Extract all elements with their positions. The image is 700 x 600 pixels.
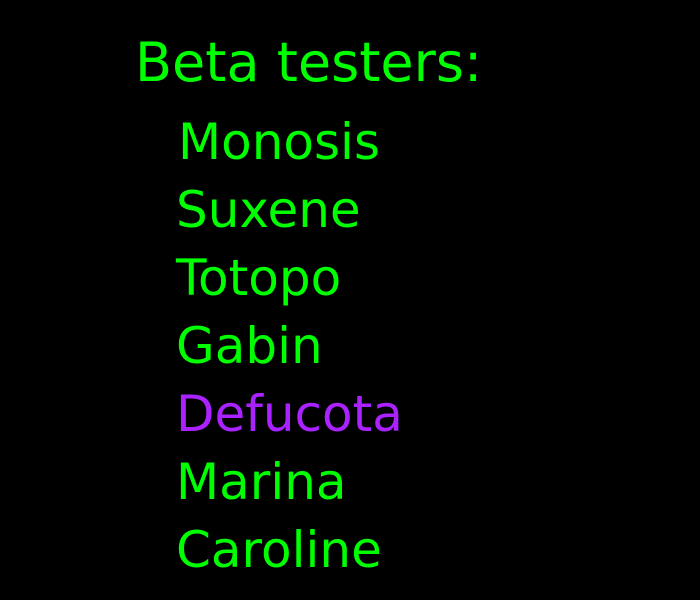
tester-name-highlighted: Defucota xyxy=(176,385,403,443)
tester-name: Monosis xyxy=(178,113,381,171)
tester-name: Gabin xyxy=(176,317,323,375)
tester-name: Suxene xyxy=(176,181,361,239)
beta-testers-list: Monosis Suxene Totopo Gabin Defucota Mar… xyxy=(176,108,403,584)
tester-name: Marina xyxy=(176,453,347,511)
tester-name: Caroline xyxy=(176,521,382,579)
beta-testers-heading: Beta testers: xyxy=(135,31,483,94)
tester-name: Totopo xyxy=(176,249,342,307)
